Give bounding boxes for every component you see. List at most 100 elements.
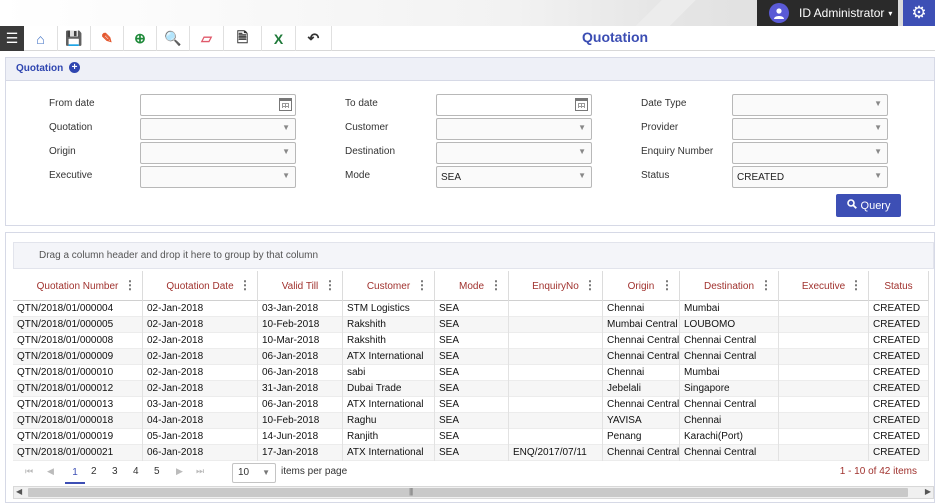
table-cell: 05-Jan-2018 bbox=[143, 429, 258, 445]
executive-dropdown[interactable]: ▼ bbox=[140, 166, 296, 188]
provider-dropdown[interactable]: ▼ bbox=[732, 118, 888, 140]
eraser-button[interactable]: ▱ bbox=[190, 26, 224, 51]
query-button-label: Query bbox=[860, 199, 891, 212]
quotation-dropdown[interactable]: ▼ bbox=[140, 118, 296, 140]
column-header[interactable]: Customer ⋮ bbox=[343, 271, 435, 301]
page-5-button[interactable]: 5 bbox=[154, 466, 160, 477]
customer-dropdown[interactable]: ▼ bbox=[436, 118, 592, 140]
table-cell: 06-Jan-2018 bbox=[258, 349, 343, 365]
page-1-button[interactable]: 1 bbox=[65, 462, 85, 484]
quotation-grid: Drag a column header and drop it here to… bbox=[5, 232, 935, 503]
table-row[interactable]: QTN/2018/01/000013 03-Jan-2018 06-Jan-2018… bbox=[13, 397, 929, 413]
column-header[interactable]: Executive ⋮ bbox=[779, 271, 869, 301]
enquiry-number-dropdown[interactable]: ▼ bbox=[732, 142, 888, 164]
table-row[interactable]: QTN/2018/01/000021 06-Jan-2018 17-Jan-2018… bbox=[13, 445, 929, 461]
table-row[interactable]: QTN/2018/01/000018 04-Jan-2018 10-Feb-2018… bbox=[13, 413, 929, 429]
executive-label: Executive bbox=[49, 170, 93, 181]
calendar-icon[interactable] bbox=[575, 98, 588, 111]
enquiry-number-label: Enquiry Number bbox=[641, 146, 714, 157]
table-cell: QTN/2018/01/000012 bbox=[13, 381, 143, 397]
table-cell: 02-Jan-2018 bbox=[143, 349, 258, 365]
column-header[interactable]: Quotation Number ⋮ bbox=[13, 271, 143, 301]
page-3-button[interactable]: 3 bbox=[112, 466, 118, 477]
prev-page-button[interactable]: ◀ bbox=[47, 466, 54, 477]
hamburger-menu-button[interactable]: ☰ bbox=[0, 26, 24, 51]
table-cell: SEA bbox=[435, 317, 509, 333]
table-cell bbox=[509, 365, 603, 381]
column-header[interactable]: Mode ⋮ bbox=[435, 271, 509, 301]
table-row[interactable]: QTN/2018/01/000005 02-Jan-2018 10-Feb-2018… bbox=[13, 317, 929, 333]
table-cell: Karachi(Port) bbox=[680, 429, 779, 445]
group-drop-area[interactable]: Drag a column header and drop it here to… bbox=[13, 242, 934, 269]
table-row[interactable]: QTN/2018/01/000004 02-Jan-2018 03-Jan-2018… bbox=[13, 301, 929, 317]
scroll-right-icon[interactable]: ▶ bbox=[925, 487, 931, 496]
column-menu-icon[interactable]: ⋮ bbox=[124, 279, 136, 291]
filter-section-header[interactable]: Quotation + bbox=[5, 57, 935, 81]
scrollbar-thumb[interactable] bbox=[28, 488, 908, 497]
table-row[interactable]: QTN/2018/01/000008 02-Jan-2018 10-Mar-2018… bbox=[13, 333, 929, 349]
table-cell bbox=[509, 397, 603, 413]
home-button[interactable]: ⌂ bbox=[24, 26, 58, 51]
origin-dropdown[interactable]: ▼ bbox=[140, 142, 296, 164]
column-header[interactable]: Origin ⋮ bbox=[603, 271, 680, 301]
query-button[interactable]: Query bbox=[836, 194, 901, 217]
edit-button[interactable]: ✎ bbox=[91, 26, 124, 51]
table-cell: Chennai Central bbox=[680, 397, 779, 413]
table-cell: Chennai Central bbox=[603, 349, 680, 365]
column-menu-icon[interactable]: ⋮ bbox=[850, 279, 862, 291]
table-cell: Chennai bbox=[603, 365, 680, 381]
column-header[interactable]: Valid Till ⋮ bbox=[258, 271, 343, 301]
column-menu-icon[interactable]: ⋮ bbox=[324, 279, 336, 291]
table-row[interactable]: QTN/2018/01/000010 02-Jan-2018 06-Jan-2018… bbox=[13, 365, 929, 381]
column-menu-icon[interactable]: ⋮ bbox=[760, 279, 772, 291]
user-menu-button[interactable]: ID Administrator ▾ bbox=[757, 0, 898, 26]
from-date-field[interactable] bbox=[140, 94, 296, 116]
page-2-button[interactable]: 2 bbox=[91, 466, 97, 477]
table-row[interactable]: QTN/2018/01/000012 02-Jan-2018 31-Jan-2018… bbox=[13, 381, 929, 397]
column-menu-icon[interactable]: ⋮ bbox=[490, 279, 502, 291]
items-per-page-select[interactable]: 10 ▼ bbox=[232, 463, 276, 483]
table-cell: Mumbai Central bbox=[603, 317, 680, 333]
chevron-down-icon: ▼ bbox=[262, 468, 270, 477]
column-menu-icon[interactable]: ⋮ bbox=[661, 279, 673, 291]
next-page-button[interactable]: ▶ bbox=[176, 466, 183, 477]
toolbar: ☰ ⌂ 💾 ✎ ⊕ 🔍 ▱ 🗎 X ↶ Quotation bbox=[0, 26, 935, 51]
table-cell: CREATED bbox=[869, 317, 929, 333]
last-page-button[interactable]: ⏭ bbox=[196, 466, 204, 477]
table-cell: sabi bbox=[343, 365, 435, 381]
first-page-button[interactable]: ⏮ bbox=[25, 466, 33, 477]
horizontal-scrollbar[interactable]: ◀ ||| ▶ bbox=[13, 486, 934, 499]
status-dropdown[interactable]: CREATED ▼ bbox=[732, 166, 888, 188]
table-cell: CREATED bbox=[869, 301, 929, 317]
scroll-left-icon[interactable]: ◀ bbox=[16, 487, 22, 496]
table-row[interactable]: QTN/2018/01/000019 05-Jan-2018 14-Jun-2018… bbox=[13, 429, 929, 445]
table-row[interactable]: QTN/2018/01/000009 02-Jan-2018 06-Jan-2018… bbox=[13, 349, 929, 365]
column-menu-icon[interactable]: ⋮ bbox=[416, 279, 428, 291]
table-cell bbox=[509, 349, 603, 365]
undo-button[interactable]: ↶ bbox=[296, 26, 332, 51]
column-menu-icon[interactable]: ⋮ bbox=[584, 279, 596, 291]
search-button[interactable]: 🔍 bbox=[157, 26, 190, 51]
date-type-dropdown[interactable]: ▼ bbox=[732, 94, 888, 116]
destination-dropdown[interactable]: ▼ bbox=[436, 142, 592, 164]
add-button[interactable]: ⊕ bbox=[124, 26, 157, 51]
column-header[interactable]: EnquiryNo ⋮ bbox=[509, 271, 603, 301]
expand-icon[interactable]: + bbox=[69, 62, 80, 73]
settings-button[interactable]: ⚙ bbox=[903, 0, 935, 26]
table-cell: SEA bbox=[435, 349, 509, 365]
mode-dropdown[interactable]: SEA ▼ bbox=[436, 166, 592, 188]
column-header[interactable]: Destination ⋮ bbox=[680, 271, 779, 301]
column-header[interactable]: Quotation Date ⋮ bbox=[143, 271, 258, 301]
excel-button[interactable]: X bbox=[262, 26, 296, 51]
scrollbar-grip-icon: ||| bbox=[409, 487, 413, 496]
table-cell: SEA bbox=[435, 397, 509, 413]
table-cell: Singapore bbox=[680, 381, 779, 397]
save-button[interactable]: 💾 bbox=[58, 26, 91, 51]
calendar-icon[interactable] bbox=[279, 98, 292, 111]
document-button[interactable]: 🗎 bbox=[224, 26, 262, 51]
to-date-field[interactable] bbox=[436, 94, 592, 116]
column-menu-icon[interactable]: ⋮ bbox=[239, 279, 251, 291]
table-cell: 31-Jan-2018 bbox=[258, 381, 343, 397]
column-header[interactable]: Status bbox=[869, 271, 929, 301]
page-4-button[interactable]: 4 bbox=[133, 466, 139, 477]
